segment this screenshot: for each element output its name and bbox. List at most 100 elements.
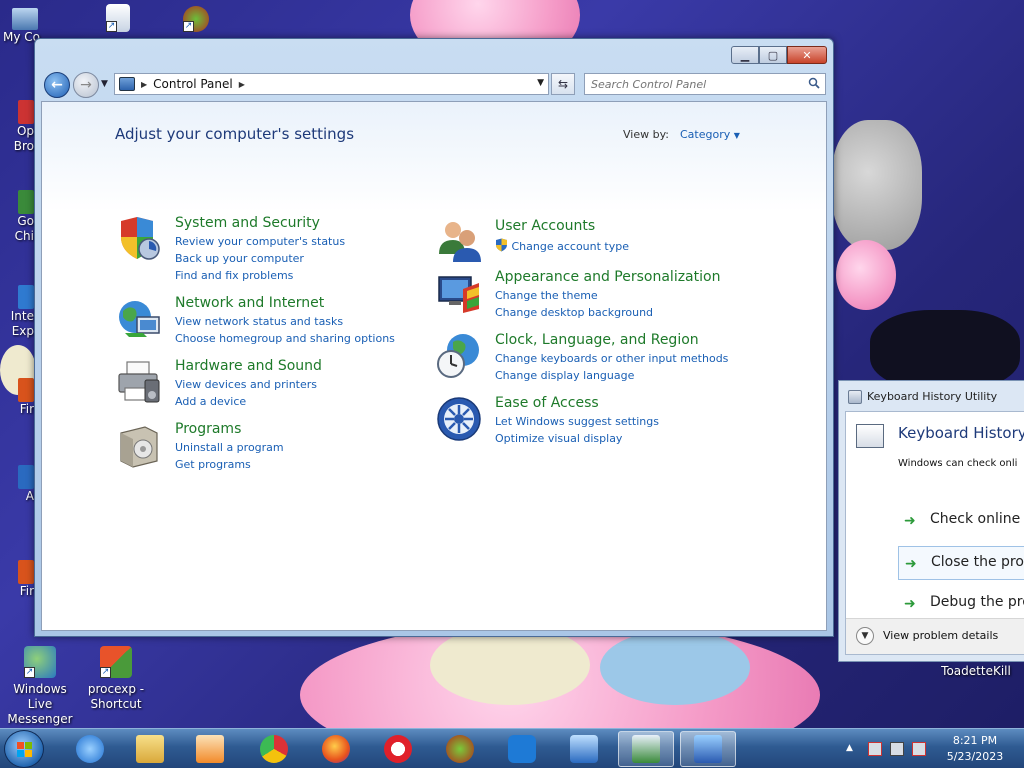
desktop-icon-my-computer[interactable]: My Co	[0, 8, 40, 45]
taskbar-explorer[interactable]	[122, 731, 178, 767]
desktop-icon-opera[interactable]: Op Bro	[0, 100, 34, 154]
network-icon[interactable]	[890, 742, 904, 756]
minimize-button[interactable]: ▁	[731, 46, 759, 64]
messenger-icon: ↗	[24, 646, 56, 678]
network-globe-icon[interactable]	[115, 295, 163, 343]
dropdown-arrow-icon: ▼	[733, 131, 740, 140]
navigation-bar: ← → ▼ ▶ Control Panel ▶ ▼ ⇆	[41, 71, 827, 99]
breadcrumb-control-panel[interactable]: Control Panel	[153, 77, 233, 91]
desktop-icon-top-doc[interactable]: ↗	[78, 4, 158, 36]
clock-globe-icon[interactable]	[435, 332, 483, 380]
search-input[interactable]	[591, 74, 801, 94]
category-title[interactable]: Programs	[175, 421, 241, 437]
taskbar-media-player[interactable]	[182, 731, 238, 767]
document-icon: ↗	[106, 4, 130, 32]
search-box[interactable]	[584, 73, 826, 95]
control-panel-content: Adjust your computer's settings View by:…	[41, 101, 827, 631]
taskbar-internet-explorer[interactable]	[62, 731, 118, 767]
option-check-online[interactable]: ➜ Check online	[898, 504, 1024, 538]
taskbar-maxthon[interactable]	[494, 731, 550, 767]
category-title[interactable]: User Accounts	[495, 218, 595, 234]
wallpaper-shape	[430, 625, 590, 705]
category-title[interactable]: Clock, Language, and Region	[495, 332, 699, 348]
printer-icon[interactable]	[115, 358, 163, 406]
chevron-down-icon[interactable]: ▼	[856, 627, 874, 645]
clock[interactable]: 8:21 PM 5/23/2023	[935, 733, 1015, 765]
link-add-device[interactable]: Add a device	[175, 395, 246, 408]
start-button[interactable]	[4, 730, 44, 768]
dialog-title: Keyboard History Utility	[867, 390, 998, 403]
back-button[interactable]: ←	[44, 72, 70, 98]
link-change-theme[interactable]: Change the theme	[495, 289, 598, 302]
search-icon[interactable]	[808, 77, 820, 89]
desktop-icon-top-app[interactable]: ↗	[156, 6, 236, 36]
category-title[interactable]: Appearance and Personalization	[495, 269, 720, 285]
view-by-dropdown[interactable]: Category ▼	[680, 128, 740, 141]
taskbar-task-app[interactable]	[618, 731, 674, 767]
link-suggest-settings[interactable]: Let Windows suggest settings	[495, 415, 659, 428]
link-change-display-language[interactable]: Change display language	[495, 369, 634, 382]
link-get-programs[interactable]: Get programs	[175, 458, 251, 471]
users-icon[interactable]	[435, 218, 483, 266]
desktop-icon-app[interactable]: A	[0, 465, 34, 504]
forward-button[interactable]: →	[73, 72, 99, 98]
category-title[interactable]: Ease of Access	[495, 395, 599, 411]
desktop-icon-firefox[interactable]: Fir	[0, 378, 34, 417]
link-change-keyboards[interactable]: Change keyboards or other input methods	[495, 352, 728, 365]
window-controls: ▁ ▢ ✕	[731, 46, 827, 64]
refresh-button[interactable]: ⇆	[551, 73, 575, 95]
maxthon-icon	[508, 735, 536, 763]
desktop-icon-toadettekill[interactable]: ToadetteKill	[936, 664, 1016, 679]
category-title[interactable]: Hardware and Sound	[175, 358, 322, 374]
desktop-icon-chrome[interactable]: Go Chi	[0, 190, 34, 244]
link-change-background[interactable]: Change desktop background	[495, 306, 653, 319]
link-homegroup[interactable]: Choose homegroup and sharing options	[175, 332, 395, 345]
maximize-icon: ▢	[767, 48, 779, 62]
address-dropdown-icon[interactable]: ▼	[537, 78, 544, 88]
maximize-button[interactable]: ▢	[759, 46, 787, 64]
category-title[interactable]: Network and Internet	[175, 295, 324, 311]
taskbar-chrome[interactable]	[246, 731, 302, 767]
category-title[interactable]: System and Security	[175, 215, 320, 231]
taskbar-avant[interactable]	[556, 731, 612, 767]
ie-icon	[76, 735, 104, 763]
close-button[interactable]: ✕	[787, 46, 827, 64]
view-problem-details[interactable]: View problem details	[883, 629, 998, 642]
dialog-heading: Keyboard History U	[898, 424, 1024, 442]
ease-of-access-icon[interactable]	[435, 395, 483, 443]
taskbar-firefox[interactable]	[308, 731, 364, 767]
taskbar-app-frog[interactable]	[432, 731, 488, 767]
breadcrumb-separator-icon[interactable]: ▶	[141, 80, 147, 89]
desktop-icon-windows-live-messenger[interactable]: ↗ Windows Live Messenger	[0, 646, 80, 727]
taskbar-control-panel[interactable]	[680, 731, 736, 767]
recent-pages-dropdown[interactable]: ▼	[101, 79, 108, 89]
appearance-monitor-icon[interactable]	[435, 269, 483, 317]
link-network-status[interactable]: View network status and tasks	[175, 315, 343, 328]
desktop-icon-procexp[interactable]: ↗ procexp - Shortcut	[76, 646, 156, 712]
option-debug-program[interactable]: ➜ Debug the pro	[898, 587, 1024, 621]
application-icon	[856, 424, 884, 448]
show-hidden-icons-icon[interactable]: ▲	[846, 743, 853, 753]
address-bar[interactable]: ▶ Control Panel ▶ ▼	[114, 73, 549, 95]
forward-arrow-icon: →	[80, 77, 92, 93]
option-close-program[interactable]: ➜ Close the prog	[898, 546, 1024, 580]
link-review-status[interactable]: Review your computer's status	[175, 235, 345, 248]
link-devices-printers[interactable]: View devices and printers	[175, 378, 317, 391]
control-panel-icon	[119, 77, 135, 91]
desktop-icon-firefox-2[interactable]: Fir	[0, 560, 34, 599]
link-find-fix[interactable]: Find and fix problems	[175, 269, 293, 282]
link-change-account-type[interactable]: Change account type	[495, 238, 629, 253]
breadcrumb-separator-icon[interactable]: ▶	[239, 80, 245, 89]
shield-icon[interactable]	[115, 215, 163, 263]
desktop-icon-internet-explorer[interactable]: Inte Exp	[0, 285, 34, 339]
link-optimize-display[interactable]: Optimize visual display	[495, 432, 622, 445]
taskbar-opera[interactable]	[370, 731, 426, 767]
volume-muted-icon[interactable]	[912, 742, 926, 756]
programs-box-icon[interactable]	[115, 421, 163, 469]
chrome-icon	[18, 190, 34, 214]
app-icon	[446, 735, 474, 763]
link-back-up[interactable]: Back up your computer	[175, 252, 304, 265]
action-center-icon[interactable]	[868, 742, 882, 756]
link-uninstall[interactable]: Uninstall a program	[175, 441, 284, 454]
back-arrow-icon: ←	[51, 77, 63, 93]
